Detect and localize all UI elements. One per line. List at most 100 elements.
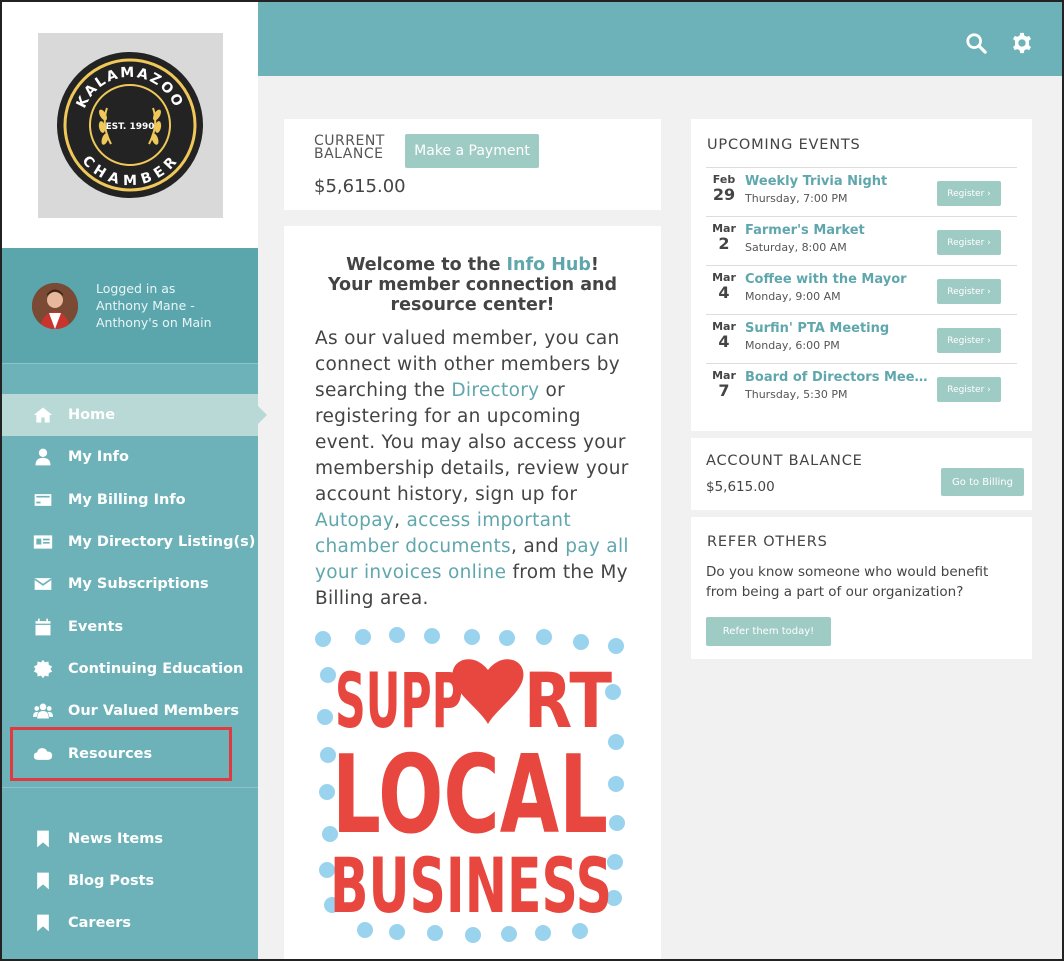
refer-button[interactable]: Refer them today! [706,617,831,646]
sidebar-item-my-info[interactable]: My Info [2,436,258,478]
event-time: Monday, 6:00 PM [745,339,840,352]
register-button[interactable]: Register › [937,181,1001,206]
register-button[interactable]: Register › [937,279,1001,304]
welcome-heading-exclaim: ! [590,255,599,275]
account-balance-card: ACCOUNT BALANCE $5,615.00 Go to Billing [691,438,1032,510]
home-icon [32,404,54,426]
sidebar-item-label: My Subscriptions [68,576,209,593]
refer-others-card: REFER OTHERS Do you know someone who wou… [691,517,1032,659]
poster-business: BUSINESS [330,841,612,930]
sidebar-item-label: My Info [68,449,129,466]
sidebar-item-label: Home [68,407,116,424]
user-icon [32,446,54,468]
event-title-link[interactable]: Surfin' PTA Meeting [745,321,930,336]
info-hub-link[interactable]: Info Hub [507,255,591,275]
register-button[interactable]: Register › [937,230,1001,255]
sidebar-item-directory[interactable]: My Directory Listing(s) [2,521,258,563]
sidebar-divider [2,786,258,788]
user-name: Anthony Mane - [96,298,195,313]
refer-others-title: REFER OTHERS [707,534,828,550]
autopay-link[interactable]: Autopay [315,510,394,531]
event-time: Thursday, 5:30 PM [745,388,848,401]
sidebar-item-events[interactable]: Events [2,605,258,647]
sidebar-item-label: Careers [68,915,132,932]
event-day: 7 [718,381,730,400]
event-row: Mar 4 Coffee with the Mayor Monday, 9:00 … [706,265,1017,314]
bookmark-icon [32,870,54,892]
event-title-link[interactable]: Farmer's Market [745,223,930,238]
id-card-icon [32,531,54,553]
account-balance-amount: $5,615.00 [706,479,775,495]
logo-area: KALAMAZOO CHAMBER EST. 1990 [2,2,258,248]
event-row: Mar 7 Board of Directors Meeti... Thursda… [706,363,1017,412]
event-day: 4 [718,283,730,302]
sidebar-item-news[interactable]: News Items [2,818,258,860]
welcome-body: As our valued member, you can connect wi… [315,326,633,612]
event-title-link[interactable]: Coffee with the Mayor [745,272,930,287]
sidebar-item-label: Blog Posts [68,873,155,890]
balance-label-line2: BALANCE [314,146,384,162]
event-title-link[interactable]: Board of Directors Meeti... [745,370,930,385]
event-day: 29 [712,185,736,204]
support-local-business-poster: SUPP RT LOCAL BUSINESS [315,627,625,943]
sidebar-item-home[interactable]: Home [2,394,267,437]
top-bar [258,2,1062,76]
event-day: 2 [718,234,730,253]
register-button[interactable]: Register › [937,377,1001,402]
sidebar-item-blog[interactable]: Blog Posts [2,860,258,902]
upcoming-events-card: UPCOMING EVENTS Feb 29 Weekly Trivia Nigh… [691,119,1032,431]
poster-local: LOCAL [332,733,608,858]
event-time: Monday, 9:00 AM [745,290,841,303]
poster-support-a: SUPP [335,656,463,745]
sidebar-nav: Home My Info My Billing Info My Director… [2,364,267,775]
event-row: Mar 4 Surfin' PTA Meeting Monday, 6:00 PM… [706,314,1017,363]
welcome-heading-text: Welcome to the [346,255,507,275]
users-icon [32,700,54,722]
upcoming-events-title: UPCOMING EVENTS [707,137,861,153]
sidebar-item-label: Events [68,618,124,635]
sidebar-item-label: News Items [68,830,163,847]
heart-icon [452,659,524,724]
bookmark-icon [32,828,54,850]
envelope-icon [32,573,54,595]
avatar[interactable] [32,282,78,329]
credit-card-icon [32,489,54,511]
welcome-text-4: , and [510,536,566,557]
welcome-heading: Welcome to the Info Hub! Your member con… [304,255,641,315]
sidebar-item-label: Our Valued Members [68,703,239,720]
event-title-link[interactable]: Weekly Trivia Night [745,174,930,189]
bookmark-icon [32,912,54,934]
make-payment-button[interactable]: Make a Payment [405,134,539,168]
sidebar-item-continuing-education[interactable]: Continuing Education [2,648,258,690]
sidebar-item-label: Continuing Education [68,660,244,677]
directory-link[interactable]: Directory [451,380,539,401]
welcome-subheading: Your member connection and resource cent… [327,275,617,315]
welcome-card: Welcome to the Info Hub! Your member con… [284,226,661,961]
go-to-billing-button[interactable]: Go to Billing [941,468,1024,496]
event-row: Feb 29 Weekly Trivia Night Thursday, 7:00… [706,167,1017,216]
welcome-text-3: , [394,510,407,531]
current-balance-card: CURRENT BALANCE Make a Payment $5,615.00 [284,119,661,210]
account-balance-title: ACCOUNT BALANCE [706,453,863,469]
login-label: Logged in as [96,281,176,296]
register-button[interactable]: Register › [937,328,1001,353]
sidebar-item-label: My Billing Info [68,491,186,508]
gear-icon[interactable] [1011,32,1033,54]
poster-support-b: RT [524,656,612,745]
resources-highlight-box [10,727,232,781]
event-time: Thursday, 7:00 PM [745,192,848,205]
event-time: Saturday, 8:00 AM [745,241,847,254]
sidebar-item-subscriptions[interactable]: My Subscriptions [2,563,258,605]
sidebar-item-careers[interactable]: Careers [2,902,258,944]
event-day: 4 [718,332,730,351]
event-row: Mar 2 Farmer's Market Saturday, 8:00 AM R… [706,216,1017,265]
current-balance-amount: $5,615.00 [314,176,406,197]
calendar-icon [32,616,54,638]
user-panel: Logged in as Anthony Mane - Anthony's on… [2,248,258,364]
sidebar: KALAMAZOO CHAMBER EST. 1990 Logged in as… [2,2,267,959]
chamber-logo[interactable]: KALAMAZOO CHAMBER EST. 1990 [37,32,223,218]
search-icon[interactable] [965,32,987,54]
sidebar-item-label: My Directory Listing(s) [68,534,256,551]
user-business: Anthony's on Main [96,315,212,330]
sidebar-item-billing[interactable]: My Billing Info [2,479,258,521]
